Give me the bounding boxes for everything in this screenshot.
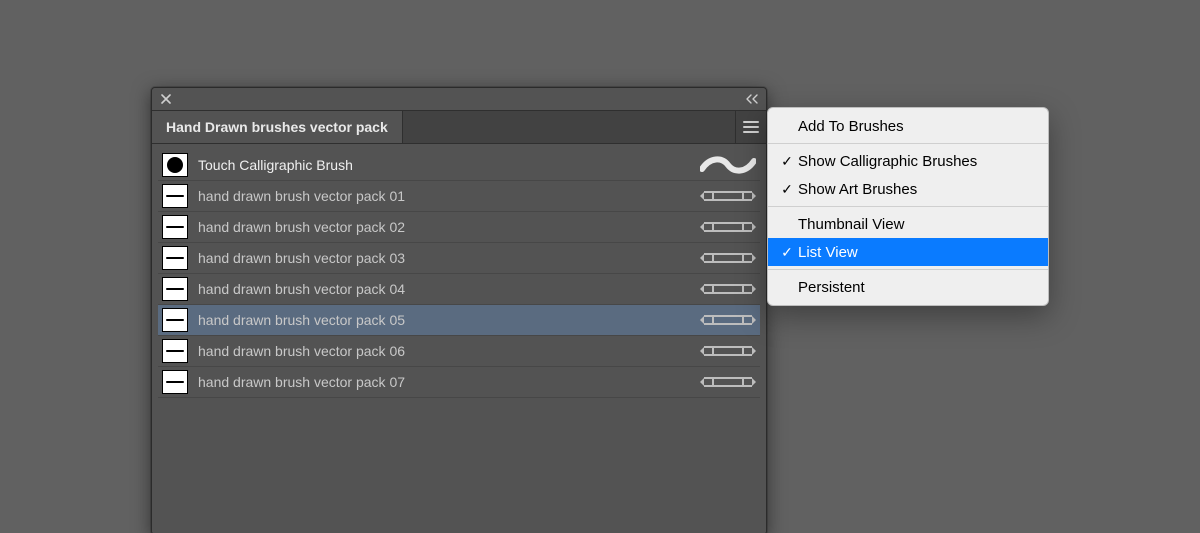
panel-tabrow: Hand Drawn brushes vector pack: [152, 111, 766, 144]
brush-row[interactable]: hand drawn brush vector pack 04: [158, 274, 760, 305]
brush-label: hand drawn brush vector pack 02: [198, 219, 690, 235]
brush-preview: [700, 279, 756, 299]
brush-thumbnail-icon: [162, 215, 188, 239]
brush-thumbnail-icon: [162, 370, 188, 394]
menu-item-label: List View: [798, 244, 1034, 261]
brush-row[interactable]: hand drawn brush vector pack 01: [158, 181, 760, 212]
brush-row[interactable]: hand drawn brush vector pack 02: [158, 212, 760, 243]
menu-item[interactable]: ✓List View: [768, 238, 1048, 266]
brush-preview-banner-icon: [700, 248, 756, 268]
close-icon: [161, 94, 171, 104]
menu-item[interactable]: Thumbnail View: [768, 210, 1048, 238]
menu-item-label: Add To Brushes: [798, 118, 1034, 135]
brush-row[interactable]: hand drawn brush vector pack 06: [158, 336, 760, 367]
collapse-icon: [745, 94, 759, 104]
brush-preview-banner-icon: [700, 310, 756, 330]
brush-thumbnail-icon: [162, 277, 188, 301]
brush-label: hand drawn brush vector pack 06: [198, 343, 690, 359]
brush-preview: [700, 186, 756, 206]
menu-item-label: Thumbnail View: [798, 216, 1034, 233]
brush-row[interactable]: hand drawn brush vector pack 07: [158, 367, 760, 398]
panel-tab[interactable]: Hand Drawn brushes vector pack: [152, 111, 403, 143]
brush-preview: [700, 372, 756, 392]
menu-item-label: Show Calligraphic Brushes: [798, 153, 1034, 170]
brush-label: hand drawn brush vector pack 03: [198, 250, 690, 266]
check-icon: ✓: [778, 182, 796, 196]
menu-item[interactable]: ✓Show Art Brushes: [768, 175, 1048, 203]
menu-item-label: Show Art Brushes: [798, 181, 1034, 198]
brush-thumbnail-icon: [162, 308, 188, 332]
brush-list: Touch Calligraphic Brush hand drawn brush…: [152, 144, 766, 533]
brushes-panel: Hand Drawn brushes vector pack Touch Cal…: [151, 87, 767, 533]
brush-preview: [700, 248, 756, 268]
menu-item[interactable]: Add To Brushes: [768, 112, 1048, 140]
brush-label: hand drawn brush vector pack 01: [198, 188, 690, 204]
panel-title: Hand Drawn brushes vector pack: [166, 119, 388, 135]
brush-row[interactable]: hand drawn brush vector pack 05: [158, 305, 760, 336]
brush-preview-banner-icon: [700, 217, 756, 237]
brush-thumbnail-icon: [162, 246, 188, 270]
brush-preview: [700, 341, 756, 361]
brush-row[interactable]: hand drawn brush vector pack 03: [158, 243, 760, 274]
brush-preview-banner-icon: [700, 341, 756, 361]
menu-separator: [768, 206, 1048, 207]
brush-thumbnail-icon: [162, 184, 188, 208]
menu-separator: [768, 269, 1048, 270]
close-button[interactable]: [156, 90, 176, 108]
brush-preview-banner-icon: [700, 279, 756, 299]
brush-thumbnail-icon: [162, 339, 188, 363]
menu-item[interactable]: Persistent: [768, 273, 1048, 301]
brush-row[interactable]: Touch Calligraphic Brush: [158, 150, 760, 181]
brush-thumbnail-icon: [162, 153, 188, 177]
collapse-button[interactable]: [742, 90, 762, 108]
hamburger-icon: [743, 121, 759, 133]
brush-label: hand drawn brush vector pack 04: [198, 281, 690, 297]
check-icon: ✓: [778, 154, 796, 168]
panel-flyout-menu: Add To Brushes✓Show Calligraphic Brushes…: [767, 107, 1049, 306]
menu-separator: [768, 143, 1048, 144]
brush-preview-wave-icon: [700, 155, 756, 175]
brush-preview-banner-icon: [700, 186, 756, 206]
brush-preview: [700, 310, 756, 330]
menu-item[interactable]: ✓Show Calligraphic Brushes: [768, 147, 1048, 175]
brush-label: hand drawn brush vector pack 07: [198, 374, 690, 390]
brush-preview: [700, 155, 756, 175]
check-icon: ✓: [778, 245, 796, 259]
brush-label: hand drawn brush vector pack 05: [198, 312, 690, 328]
brush-preview-banner-icon: [700, 372, 756, 392]
tabrow-spacer: [403, 111, 735, 143]
panel-titlebar: [152, 88, 766, 111]
menu-item-label: Persistent: [798, 279, 1034, 296]
brush-preview: [700, 217, 756, 237]
panel-menu-button[interactable]: [735, 111, 766, 143]
brush-label: Touch Calligraphic Brush: [198, 157, 690, 173]
